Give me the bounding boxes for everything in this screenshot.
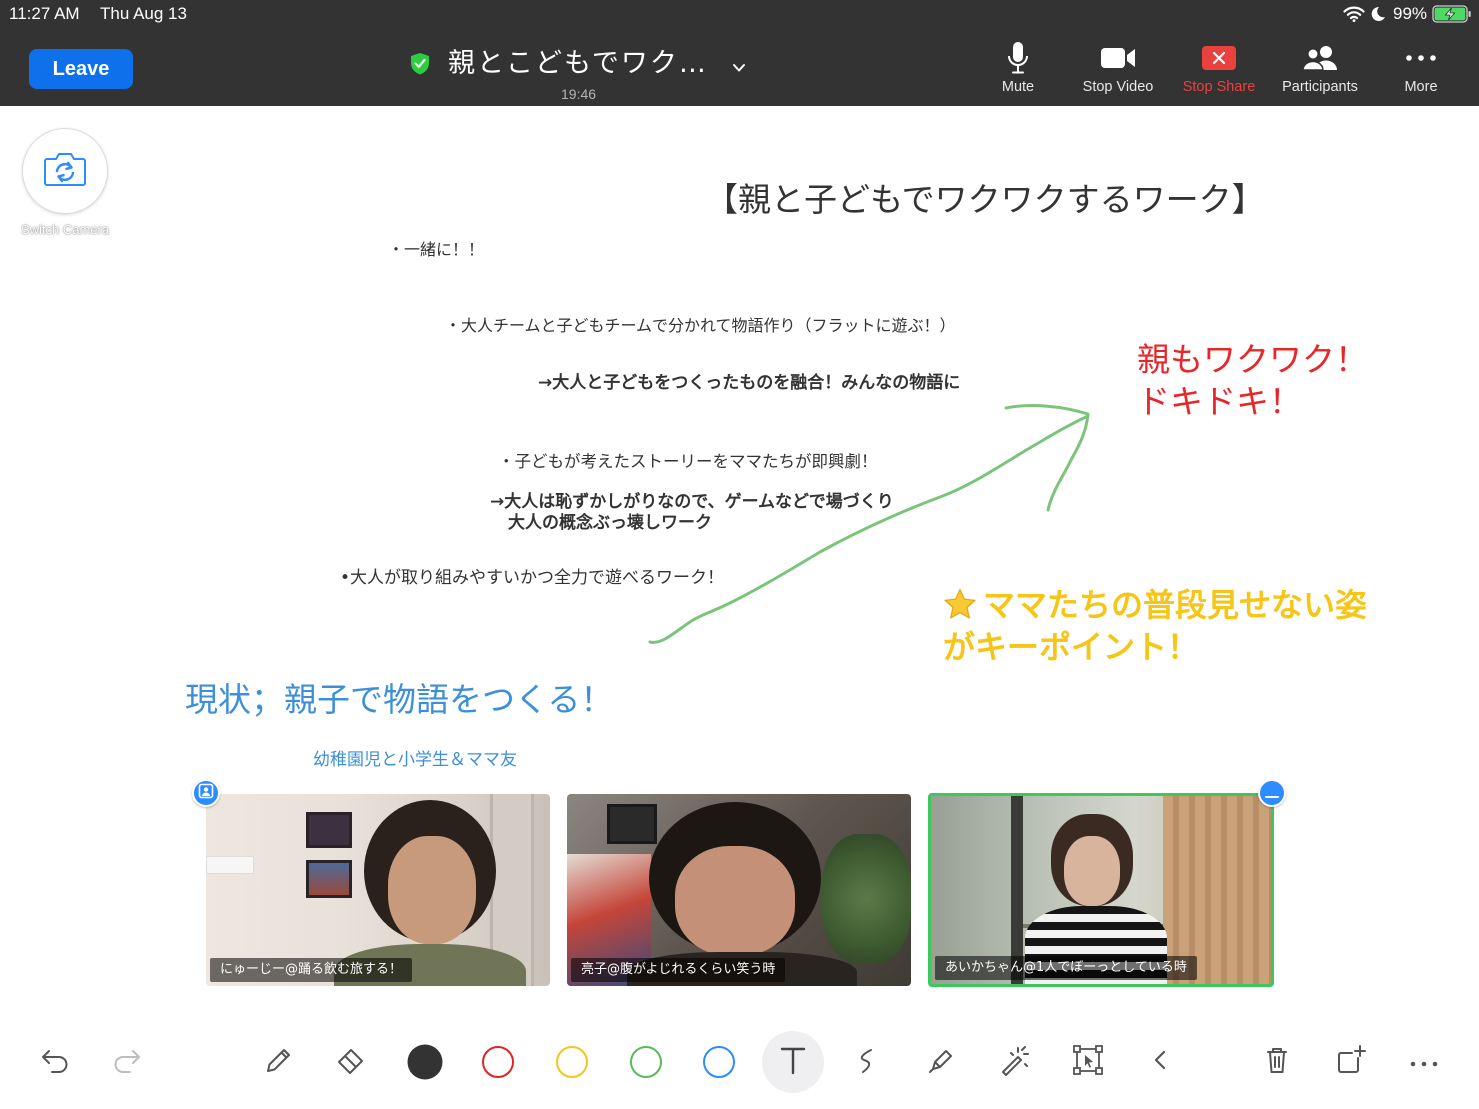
video-scene <box>822 834 911 964</box>
mute-label: Mute <box>1001 79 1035 95</box>
highlighter-tool[interactable] <box>920 1042 960 1082</box>
video-scene <box>1064 836 1120 906</box>
magic-wand-icon <box>996 1042 1032 1082</box>
red-annotation: 親もワクワク！ ドキドキ！ <box>1137 339 1368 423</box>
more-label: More <box>1404 79 1438 95</box>
video-scene <box>206 856 254 874</box>
undo-icon <box>37 1042 73 1082</box>
participants-label: Participants <box>1282 79 1358 95</box>
red-annotation-line: ドキドキ！ <box>1137 382 1302 421</box>
video-camera-icon <box>1068 40 1168 76</box>
zoom-ipad-screen: 11:27 AM Thu Aug 13 99% Leave 親とこどもでワク… … <box>0 0 1479 1109</box>
yellow-annotation-line: ママたちの普段見せない姿 <box>983 586 1368 624</box>
shield-icon <box>410 52 430 75</box>
battery-percent: 99% <box>1393 4 1428 23</box>
video-scene <box>306 860 352 898</box>
undo-button[interactable] <box>35 1042 75 1082</box>
moon-icon <box>1370 6 1386 22</box>
select-tool[interactable] <box>1068 1042 1108 1082</box>
stop-share-icon <box>1169 40 1269 76</box>
leave-button[interactable]: Leave <box>29 49 133 89</box>
more-dots-icon <box>1371 40 1471 76</box>
redo-icon <box>109 1042 145 1082</box>
highlighter-icon <box>922 1042 958 1082</box>
yellow-annotation: ママたちの普段見せない姿 がキーポイント！ <box>943 584 1367 668</box>
participant-video[interactable]: 亮子@腹がよじれるくらい笑う時 <box>567 794 911 986</box>
camera-pin-badge[interactable] <box>192 779 220 807</box>
chevron-down-icon[interactable] <box>732 58 746 72</box>
redo-button[interactable] <box>107 1042 147 1082</box>
more-button[interactable]: More <box>1371 40 1471 100</box>
participants-button[interactable]: Participants <box>1270 40 1370 100</box>
minus-icon <box>1265 784 1279 803</box>
status-date: Thu Aug 13 <box>100 4 187 23</box>
red-annotation-line: 親もワクワク！ <box>1137 340 1368 379</box>
stop-share-button[interactable]: Stop Share <box>1169 40 1269 100</box>
color-green[interactable] <box>626 1042 666 1082</box>
pen-icon <box>260 1042 296 1082</box>
yellow-annotation-line: がキーポイント！ <box>943 628 1200 666</box>
participant-name-label: にゅーじー@踊る飲む旅する！ <box>210 958 413 982</box>
participants-icon <box>1270 40 1370 76</box>
text-tool-icon <box>775 1042 811 1082</box>
delete-button[interactable] <box>1257 1042 1297 1082</box>
trash-icon <box>1259 1042 1295 1082</box>
color-blue[interactable] <box>699 1042 739 1082</box>
person-frame-icon <box>198 783 214 803</box>
eraser-icon <box>333 1042 369 1082</box>
elapsed-time: 19:46 <box>561 86 597 102</box>
select-icon <box>1070 1042 1106 1082</box>
stop-video-label: Stop Video <box>1082 79 1154 95</box>
toolbar-more-button[interactable] <box>1404 1042 1444 1082</box>
participant-name-label: あいかちゃん@1人でぼーっとしている時 <box>935 956 1197 980</box>
video-scene <box>607 804 657 844</box>
participant-video-active[interactable]: あいかちゃん@1人でぼーっとしている時 <box>928 793 1274 987</box>
whiteboard-line: →大人は恥ずかしがりなので、ゲームなどで場づくり <box>490 492 894 512</box>
blue-annotation-heading: 現状；親子で物語をつくる！ <box>185 680 614 719</box>
wifi-icon <box>1343 6 1365 22</box>
text-tool[interactable] <box>773 1042 813 1082</box>
whiteboard-line: 大人の概念ぶっ壊しワーク <box>508 513 712 533</box>
switch-camera-button[interactable] <box>22 128 108 214</box>
pen-tool[interactable] <box>258 1042 298 1082</box>
add-page-button[interactable] <box>1330 1042 1370 1082</box>
collapse-toolbar-button[interactable] <box>1140 1042 1180 1082</box>
whiteboard-line: ・大人チームと子どもチームで分かれて物語作り（フラットに遊ぶ！） <box>445 316 956 335</box>
whiteboard-line: ・一緒に！！ <box>388 240 485 259</box>
participant-name-label: 亮子@腹がよじれるくらい笑う時 <box>571 958 786 982</box>
battery-charging-icon <box>1432 5 1472 23</box>
video-scene <box>306 812 352 848</box>
switch-camera-icon <box>41 149 89 193</box>
chevron-left-icon <box>1142 1042 1178 1082</box>
color-red[interactable] <box>478 1042 518 1082</box>
video-scene <box>388 836 476 944</box>
microphone-icon <box>968 40 1068 76</box>
status-time: 11:27 AM <box>9 4 80 23</box>
color-black[interactable] <box>405 1042 445 1082</box>
stop-share-label: Stop Share <box>1182 79 1256 95</box>
scribble-icon <box>849 1042 885 1082</box>
meeting-info[interactable]: 親とこどもでワク… 19:46 <box>400 40 760 106</box>
color-yellow[interactable] <box>552 1042 592 1082</box>
star-icon <box>943 588 977 620</box>
top-bar: 11:27 AM Thu Aug 13 99% Leave 親とこどもでワク… … <box>0 0 1479 106</box>
whiteboard-title: 【親と子どもでワクワクするワーク】 <box>705 180 1265 219</box>
whiteboard-line: •大人が取り組みやすいかつ全力で遊べるワーク！ <box>340 568 725 588</box>
switch-camera-label: Switch Camera <box>20 222 110 237</box>
mute-button[interactable]: Mute <box>968 40 1068 100</box>
whiteboard-line: ・子どもが考えたストーリーをママたちが即興劇！ <box>498 452 878 471</box>
meeting-title: 親とこどもでワク… <box>448 48 708 79</box>
blue-annotation-subheading: 幼稚園児と小学生＆ママ友 <box>313 750 517 770</box>
scribble-tool[interactable] <box>847 1042 887 1082</box>
whiteboard-line: →大人と子どもをつくったものを融合！みんなの物語に <box>538 373 961 393</box>
add-page-icon <box>1332 1042 1368 1082</box>
minimize-videos-badge[interactable] <box>1258 779 1286 807</box>
eraser-tool[interactable] <box>331 1042 371 1082</box>
stop-video-button[interactable]: Stop Video <box>1068 40 1168 100</box>
magic-wand-tool[interactable] <box>994 1042 1034 1082</box>
more-dots-icon <box>1409 1053 1439 1072</box>
participant-video[interactable]: にゅーじー@踊る飲む旅する！ <box>206 794 550 986</box>
video-scene <box>675 846 795 956</box>
